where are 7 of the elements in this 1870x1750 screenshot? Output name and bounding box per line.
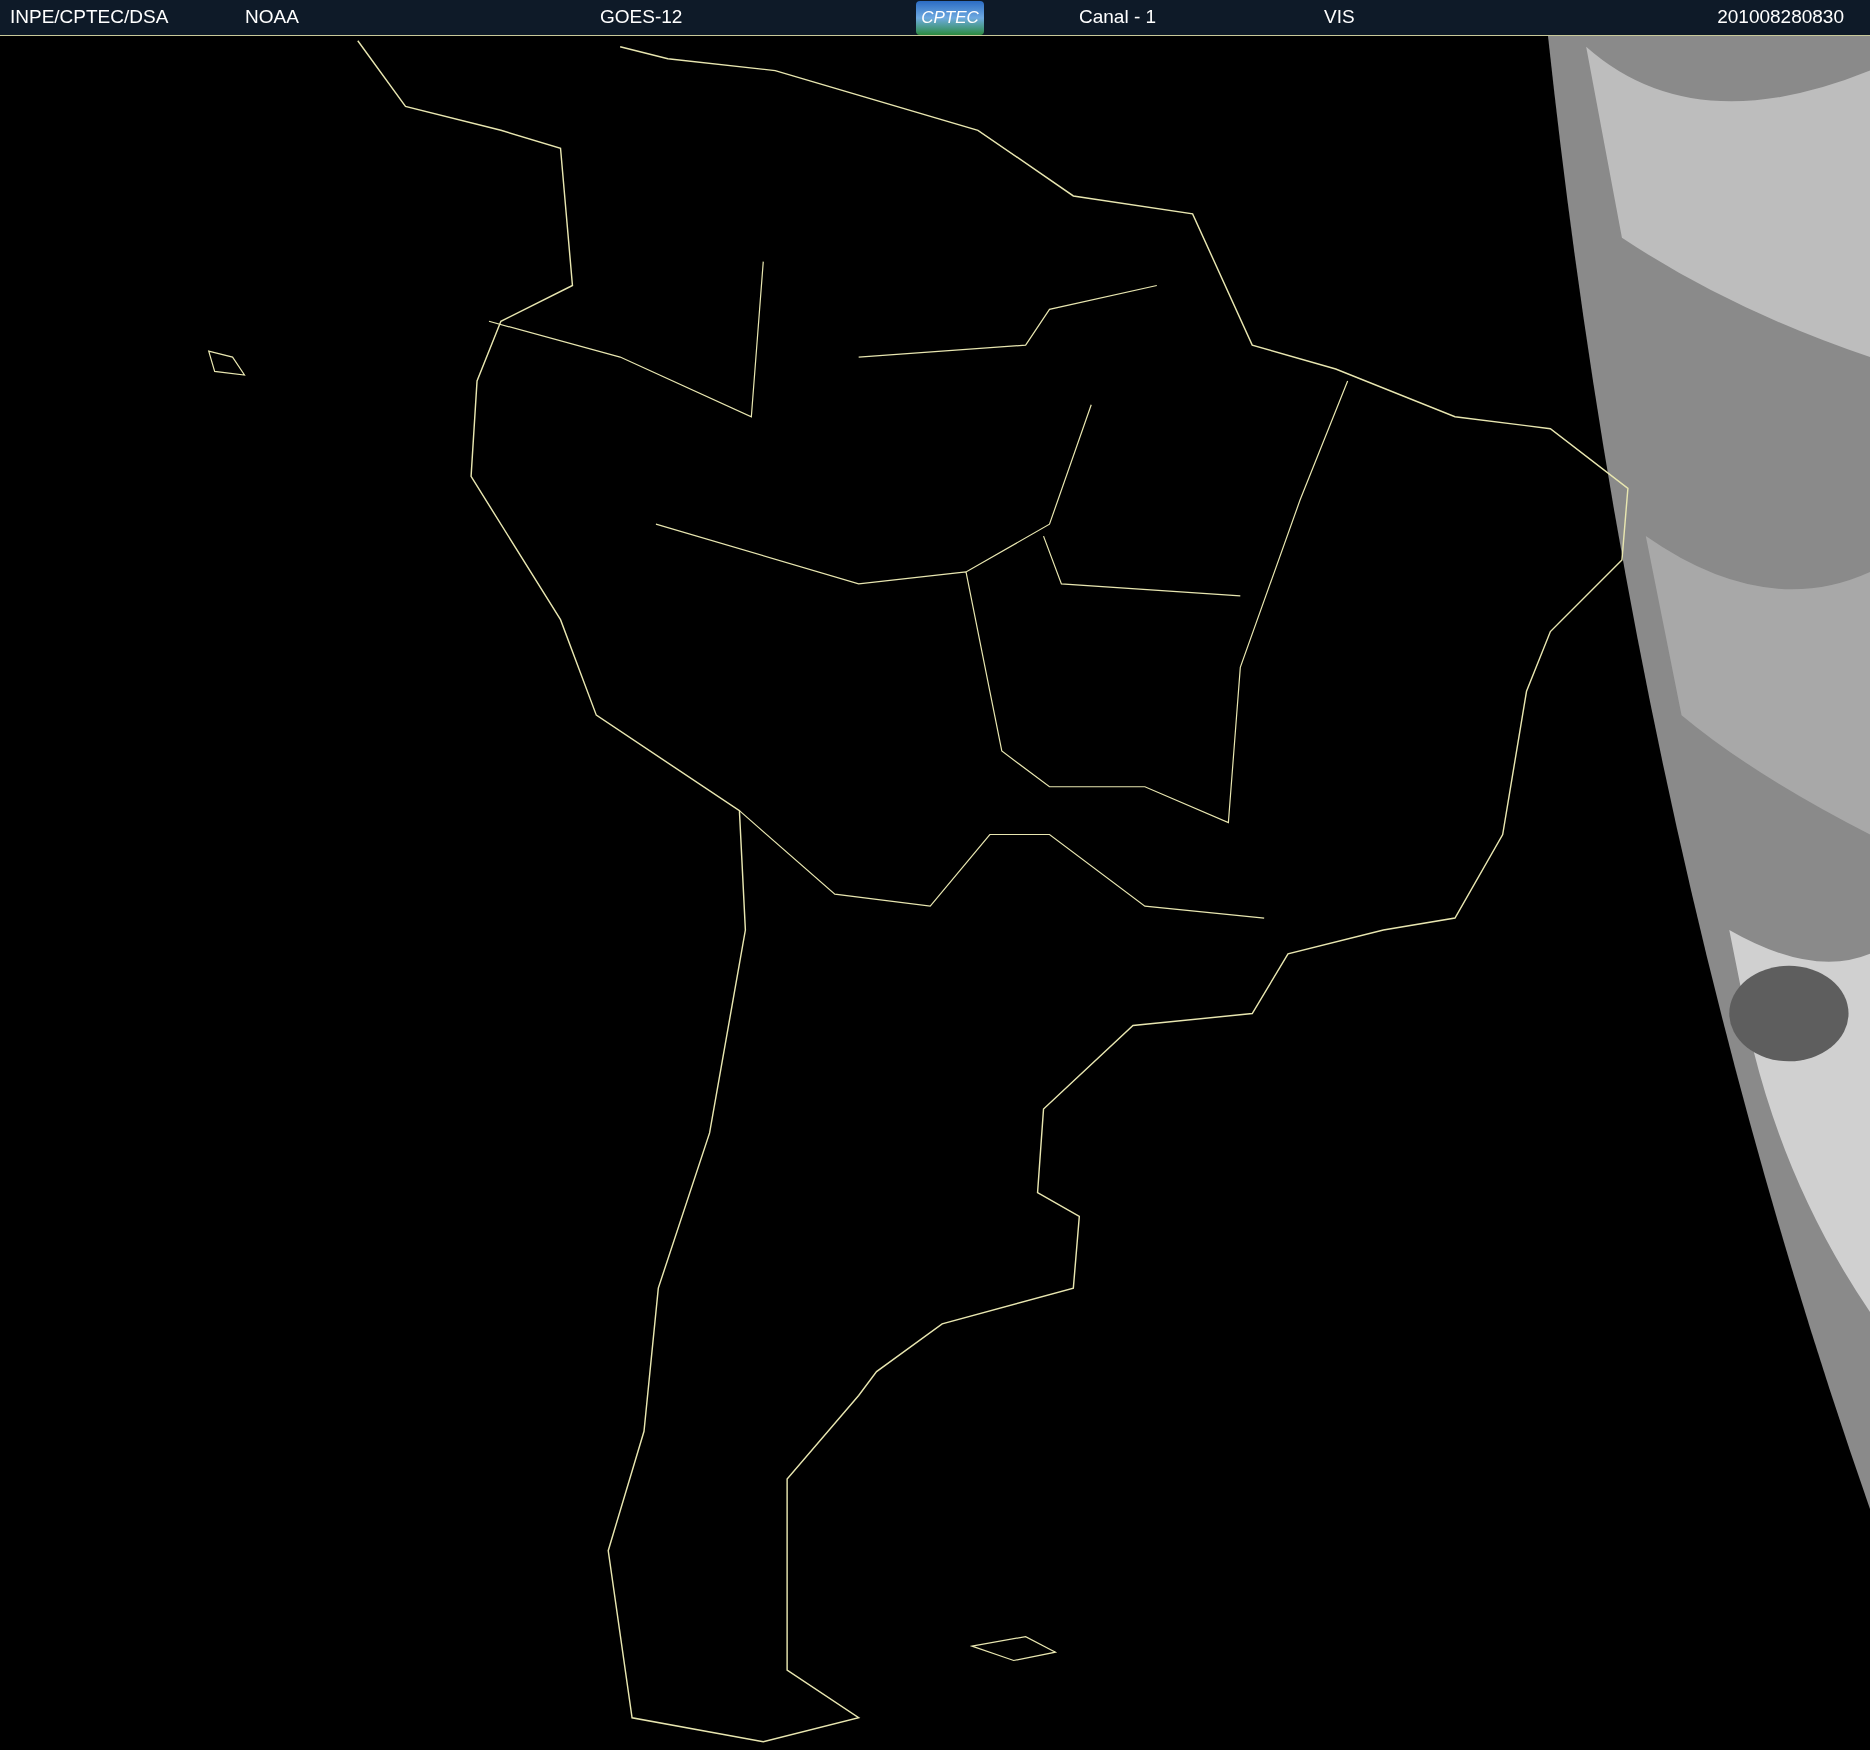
agency-label: NOAA (245, 5, 300, 30)
channel-label: Canal - 1 (1079, 5, 1158, 30)
logo: CPTEC (916, 0, 984, 35)
band-label: VIS (1324, 5, 1355, 30)
satellite-label: GOES-12 (600, 5, 684, 30)
timestamp-label: 201008280830 (1717, 5, 1844, 30)
source-label: INPE/CPTEC/DSA (10, 5, 170, 30)
